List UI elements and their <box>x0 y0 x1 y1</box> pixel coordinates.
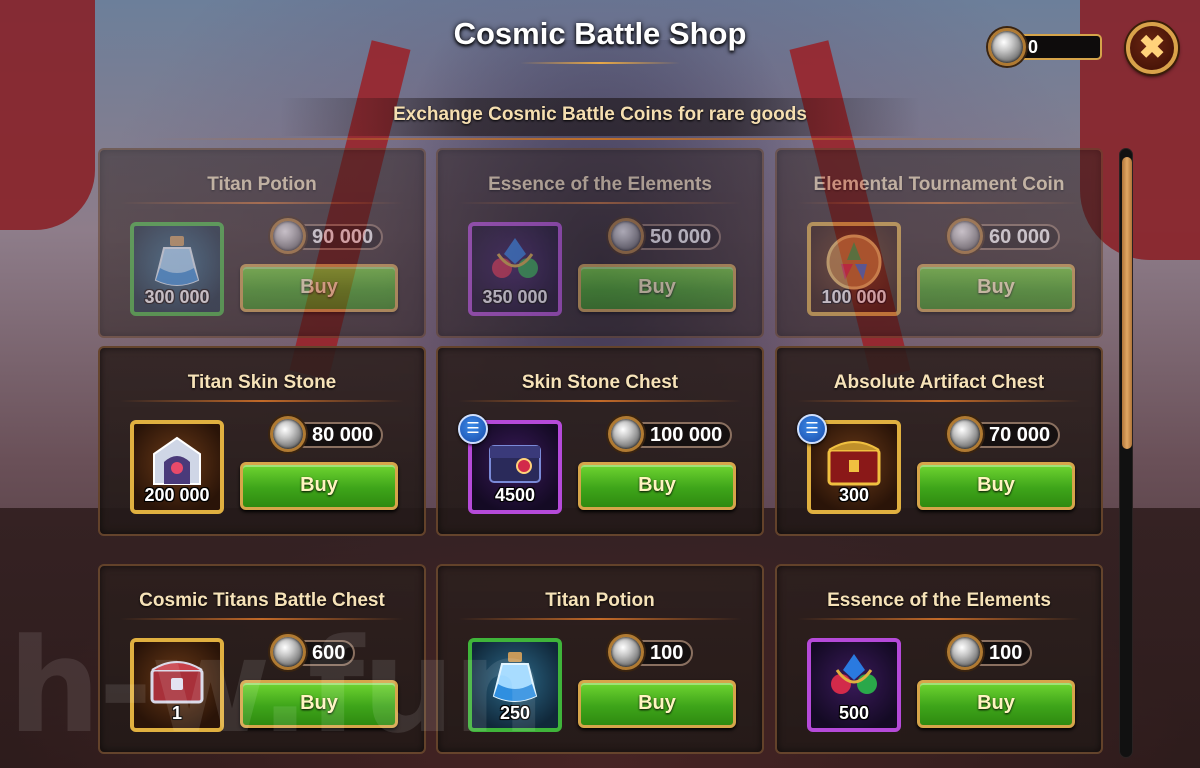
cosmic-coin-icon <box>947 416 983 452</box>
shop-item-card: Titan Skin Stone 200 000 80 000 Buy <box>98 346 426 536</box>
item-name: Titan Skin Stone <box>187 372 337 393</box>
cosmic-coin-icon <box>608 416 644 452</box>
buy-button[interactable]: Buy <box>917 462 1075 510</box>
card-divider <box>458 400 742 402</box>
essence-icon <box>484 234 546 290</box>
watermark: h-w.fun <box>8 610 545 762</box>
item-price: 100 <box>947 634 1057 670</box>
info-icon[interactable]: ☰ <box>458 414 488 444</box>
card-divider <box>797 618 1081 620</box>
item-name: Titan Potion <box>545 590 655 611</box>
card-divider <box>120 202 404 204</box>
shop-item-card: Absolute Artifact Chest 300 ☰ 70 000 Buy <box>775 346 1103 536</box>
chest-icon <box>484 432 546 488</box>
item-name: Titan Potion <box>207 174 317 195</box>
item-quantity: 4500 <box>494 485 536 505</box>
essence-icon <box>823 650 885 706</box>
card-divider <box>120 400 404 402</box>
cosmic-coin-icon <box>947 218 983 254</box>
skin-stone-icon <box>146 432 208 488</box>
info-icon[interactable]: ☰ <box>797 414 827 444</box>
item-name: Absolute Artifact Chest <box>833 372 1045 393</box>
cosmic-coin-icon <box>608 634 644 670</box>
item-name: Skin Stone Chest <box>521 372 679 393</box>
cosmic-coin-icon <box>270 634 306 670</box>
item-quantity: 200 000 <box>144 485 210 505</box>
shop-item-card: Skin Stone Chest 4500 ☰ 100 000 Buy <box>436 346 764 536</box>
scrollbar[interactable] <box>1119 148 1133 758</box>
item-quantity: 300 000 <box>144 287 210 307</box>
title-divider <box>520 62 680 64</box>
potion-icon <box>146 234 208 290</box>
item-frame[interactable]: 100 000 <box>807 222 901 316</box>
item-price: 80 000 <box>270 416 384 452</box>
buy-button[interactable]: Buy <box>240 264 398 312</box>
item-frame[interactable]: 200 000 <box>130 420 224 514</box>
page-subtitle: Exchange Cosmic Battle Coins for rare go… <box>393 104 807 125</box>
item-price: 100 000 <box>608 416 733 452</box>
item-frame[interactable]: 500 <box>807 638 901 732</box>
cosmic-coin-icon <box>988 28 1026 66</box>
shop-item-card: Essence of the Elements 500 100 Buy <box>775 564 1103 754</box>
item-name: Cosmic Titans Battle Chest <box>139 590 385 611</box>
close-button[interactable]: ✖ <box>1126 22 1178 74</box>
item-quantity: 100 000 <box>821 287 887 307</box>
cosmic-coin-icon <box>608 218 644 254</box>
buy-button[interactable]: Buy <box>240 462 398 510</box>
cosmic-coin-icon <box>270 416 306 452</box>
subtitle-divider <box>150 138 1050 140</box>
buy-button[interactable]: Buy <box>578 264 736 312</box>
artifact-chest-icon <box>823 432 885 488</box>
shop-item-card: Elemental Tournament Coin 100 000 60 000… <box>775 148 1103 338</box>
close-icon: ✖ <box>1138 29 1166 65</box>
item-name: Elemental Tournament Coin <box>813 174 1065 195</box>
item-frame[interactable]: 300 000 <box>130 222 224 316</box>
tournament-coin-icon <box>823 234 885 290</box>
buy-button[interactable]: Buy <box>917 680 1075 728</box>
item-price: 50 000 <box>608 218 722 254</box>
shop-item-card: Essence of the Elements 350 000 50 000 B… <box>436 148 764 338</box>
buy-button[interactable]: Buy <box>917 264 1075 312</box>
card-divider <box>797 202 1081 204</box>
price-value: 100 000 <box>630 422 733 448</box>
card-divider <box>458 202 742 204</box>
item-quantity: 350 000 <box>482 287 548 307</box>
item-name: Essence of the Elements <box>827 590 1051 611</box>
item-price: 70 000 <box>947 416 1061 452</box>
currency-display: 0 <box>988 28 1106 66</box>
card-divider <box>797 400 1081 402</box>
scrollbar-thumb[interactable] <box>1122 157 1132 449</box>
item-quantity: 300 <box>838 485 870 505</box>
buy-button[interactable]: Buy <box>578 680 736 728</box>
item-price: 60 000 <box>947 218 1061 254</box>
shop-item-card: Titan Potion 300 000 90 000 Buy <box>98 148 426 338</box>
item-name: Essence of the Elements <box>488 174 712 195</box>
buy-button[interactable]: Buy <box>578 462 736 510</box>
item-price: 100 <box>608 634 718 670</box>
item-quantity: 500 <box>838 703 870 723</box>
item-price: 90 000 <box>270 218 384 254</box>
cosmic-coin-icon <box>947 634 983 670</box>
item-frame[interactable]: 350 000 <box>468 222 562 316</box>
cosmic-coin-icon <box>270 218 306 254</box>
